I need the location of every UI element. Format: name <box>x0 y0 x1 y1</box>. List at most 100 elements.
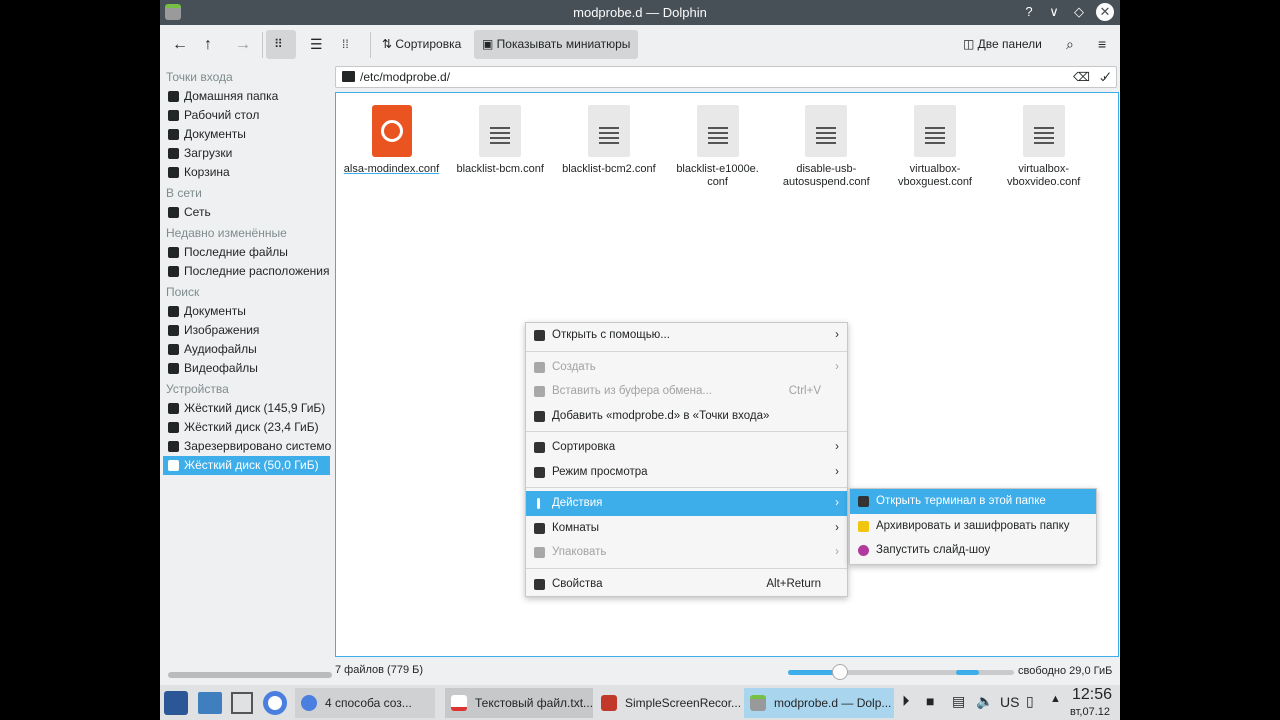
submenu-item[interactable]: Открыть терминал в этой папке <box>850 489 1096 514</box>
clock-time[interactable]: 12:56 <box>1072 686 1112 704</box>
menu-item-icon <box>534 466 545 478</box>
places-section-title: Поиск <box>166 285 200 299</box>
task-dolphin[interactable]: modprobe.d — Dolp... <box>744 688 894 718</box>
up-arrow-icon[interactable]: ↑ <box>196 30 220 59</box>
places-item[interactable]: Последние расположения <box>160 262 332 281</box>
camera-icon[interactable]: ■ <box>926 693 934 709</box>
place-icon <box>168 167 179 178</box>
menu-item-icon <box>534 330 545 341</box>
text-file-icon <box>805 105 848 157</box>
places-panel: Точки входа Домашняя папка Рабочий стол Док… <box>160 66 332 475</box>
place-icon <box>168 148 179 159</box>
split-button[interactable]: ◫ Две панели <box>955 30 1050 59</box>
submenu-item[interactable]: Запустить слайд-шоу <box>850 538 1096 563</box>
menu-item-icon <box>537 498 540 509</box>
window-title: modprobe.d — Dolphin <box>573 5 707 20</box>
places-item[interactable]: Жёсткий диск (50,0 ГиБ) <box>163 456 330 475</box>
places-item[interactable]: Зарезервировано системой <box>160 437 332 456</box>
context-menu-item[interactable]: Открыть с помощью... › <box>526 323 847 348</box>
chevron-right-icon: › <box>835 360 839 373</box>
text-file-icon <box>696 105 739 157</box>
context-menu-item[interactable]: Сортировка › <box>526 435 847 460</box>
submenu-item[interactable]: Архивировать и зашифровать папку <box>850 514 1096 539</box>
icons-view-icon[interactable]: ⠿ <box>266 30 296 59</box>
details-view-icon[interactable]: ☰ <box>302 30 331 59</box>
location-path[interactable]: /etc/modprobe.d/ <box>360 70 450 84</box>
hamburger-menu-icon[interactable]: ≡ <box>1090 30 1114 59</box>
chevron-right-icon: › <box>835 521 839 534</box>
places-section-title: Точки входа <box>166 70 233 84</box>
places-item[interactable]: Документы <box>160 125 332 144</box>
places-item[interactable]: Жёсткий диск (145,9 ГиБ) <box>160 399 332 418</box>
maximize-button[interactable]: ◇ <box>1071 3 1087 21</box>
minimize-button[interactable]: ∨ <box>1046 3 1062 21</box>
context-menu-item[interactable]: Действия › <box>526 491 847 516</box>
places-item[interactable]: Видеофайлы <box>160 359 332 378</box>
places-item[interactable]: Рабочий стол <box>160 106 332 125</box>
browser-icon[interactable] <box>263 691 287 715</box>
place-icon <box>168 363 179 374</box>
task-text-file[interactable]: Текстовый файл.txt... <box>445 688 593 718</box>
network-icon[interactable]: ▯ <box>1026 693 1034 710</box>
sort-button[interactable]: ⇅ Сортировка <box>374 30 469 59</box>
menu-item-icon <box>534 410 545 422</box>
app-launcher-icon[interactable] <box>164 691 188 715</box>
places-item[interactable]: Сеть <box>160 203 332 222</box>
forward-arrow-icon[interactable]: → <box>227 30 259 59</box>
places-item[interactable]: Жёсткий диск (23,4 ГиБ) <box>160 418 332 437</box>
context-menu-item[interactable]: Свойства Alt+Return <box>526 572 847 597</box>
help-button[interactable]: ? <box>1021 3 1037 21</box>
clear-icon[interactable]: ⌫ <box>1073 67 1090 87</box>
places-item[interactable]: Изображения <box>160 321 332 340</box>
file-item[interactable]: virtualbox- vboxvideo.conf <box>991 105 1096 189</box>
context-menu-item[interactable]: Добавить «modprobe.d» в «Точки входа» <box>526 404 847 429</box>
sidebar-scrollbar[interactable] <box>168 672 332 678</box>
context-menu-item[interactable]: Комнаты › <box>526 516 847 541</box>
text-file-icon <box>1022 105 1065 157</box>
file-item[interactable]: virtualbox- vboxguest.conf <box>883 105 988 189</box>
back-arrow-icon[interactable]: ← <box>164 30 196 59</box>
places-item[interactable]: Документы <box>160 302 332 321</box>
clock-date[interactable]: вт,07.12 <box>1070 706 1110 718</box>
task-browser[interactable]: 4 способа соз... <box>295 688 435 718</box>
config-file-icon <box>371 105 412 157</box>
disk-usage-bar <box>956 670 1014 675</box>
places-item[interactable]: Последние файлы <box>160 243 332 262</box>
context-menu-item[interactable]: Режим просмотра › <box>526 460 847 485</box>
menu-item-icon <box>534 442 545 453</box>
places-item[interactable]: Загрузки <box>160 144 332 163</box>
context-menu-item: Создать › <box>526 355 847 380</box>
media-play-icon[interactable]: ⏵ <box>902 693 910 710</box>
places-item[interactable]: Домашняя папка <box>160 87 332 106</box>
file-item[interactable]: blacklist-bcm.conf <box>448 105 553 176</box>
file-item[interactable]: blacklist-e1000e. conf <box>665 105 770 189</box>
volume-icon[interactable]: 🔈 <box>976 693 993 710</box>
chevron-right-icon: › <box>835 441 839 453</box>
file-manager-icon[interactable] <box>198 692 222 714</box>
keyboard-layout[interactable]: US <box>1000 694 1019 710</box>
zoom-slider[interactable] <box>788 664 960 680</box>
place-icon <box>168 110 179 121</box>
desktop-icon[interactable] <box>231 692 253 714</box>
place-icon <box>168 441 179 452</box>
confirm-check-icon[interactable]: ✓ <box>1102 69 1112 83</box>
compact-view-icon[interactable]: ⁞⁞ <box>334 30 357 59</box>
status-count: 7 файлов (779 Б) <box>335 664 423 676</box>
place-icon <box>168 460 179 471</box>
dolphin-app-icon <box>165 4 181 20</box>
chromium-icon <box>301 695 317 711</box>
places-item[interactable]: Аудиофайлы <box>160 340 332 359</box>
clipboard-icon[interactable]: ▤ <box>952 693 965 710</box>
file-item[interactable]: blacklist-bcm2.conf <box>556 105 661 176</box>
task-recorder[interactable]: SimpleScreenRecor... <box>595 688 741 718</box>
tray-expand-icon[interactable]: ▲ <box>1050 693 1061 705</box>
thumbnails-button[interactable]: ▣ Показывать миниатюры <box>474 30 639 59</box>
context-menu: Открыть с помощью... › Создать › Вставить из… <box>525 322 848 597</box>
places-item[interactable]: Корзина <box>160 163 332 182</box>
sort-icon: ⇅ <box>382 37 396 51</box>
close-button[interactable]: ✕ <box>1096 3 1114 21</box>
location-bar[interactable]: /etc/modprobe.d/ ⌫ ⌄ <box>335 66 1117 88</box>
file-item[interactable]: disable-usb- autosuspend.conf <box>774 105 879 189</box>
search-icon[interactable]: ⌕ <box>1058 30 1082 59</box>
file-item[interactable]: alsa-modindex.conf <box>339 105 444 176</box>
